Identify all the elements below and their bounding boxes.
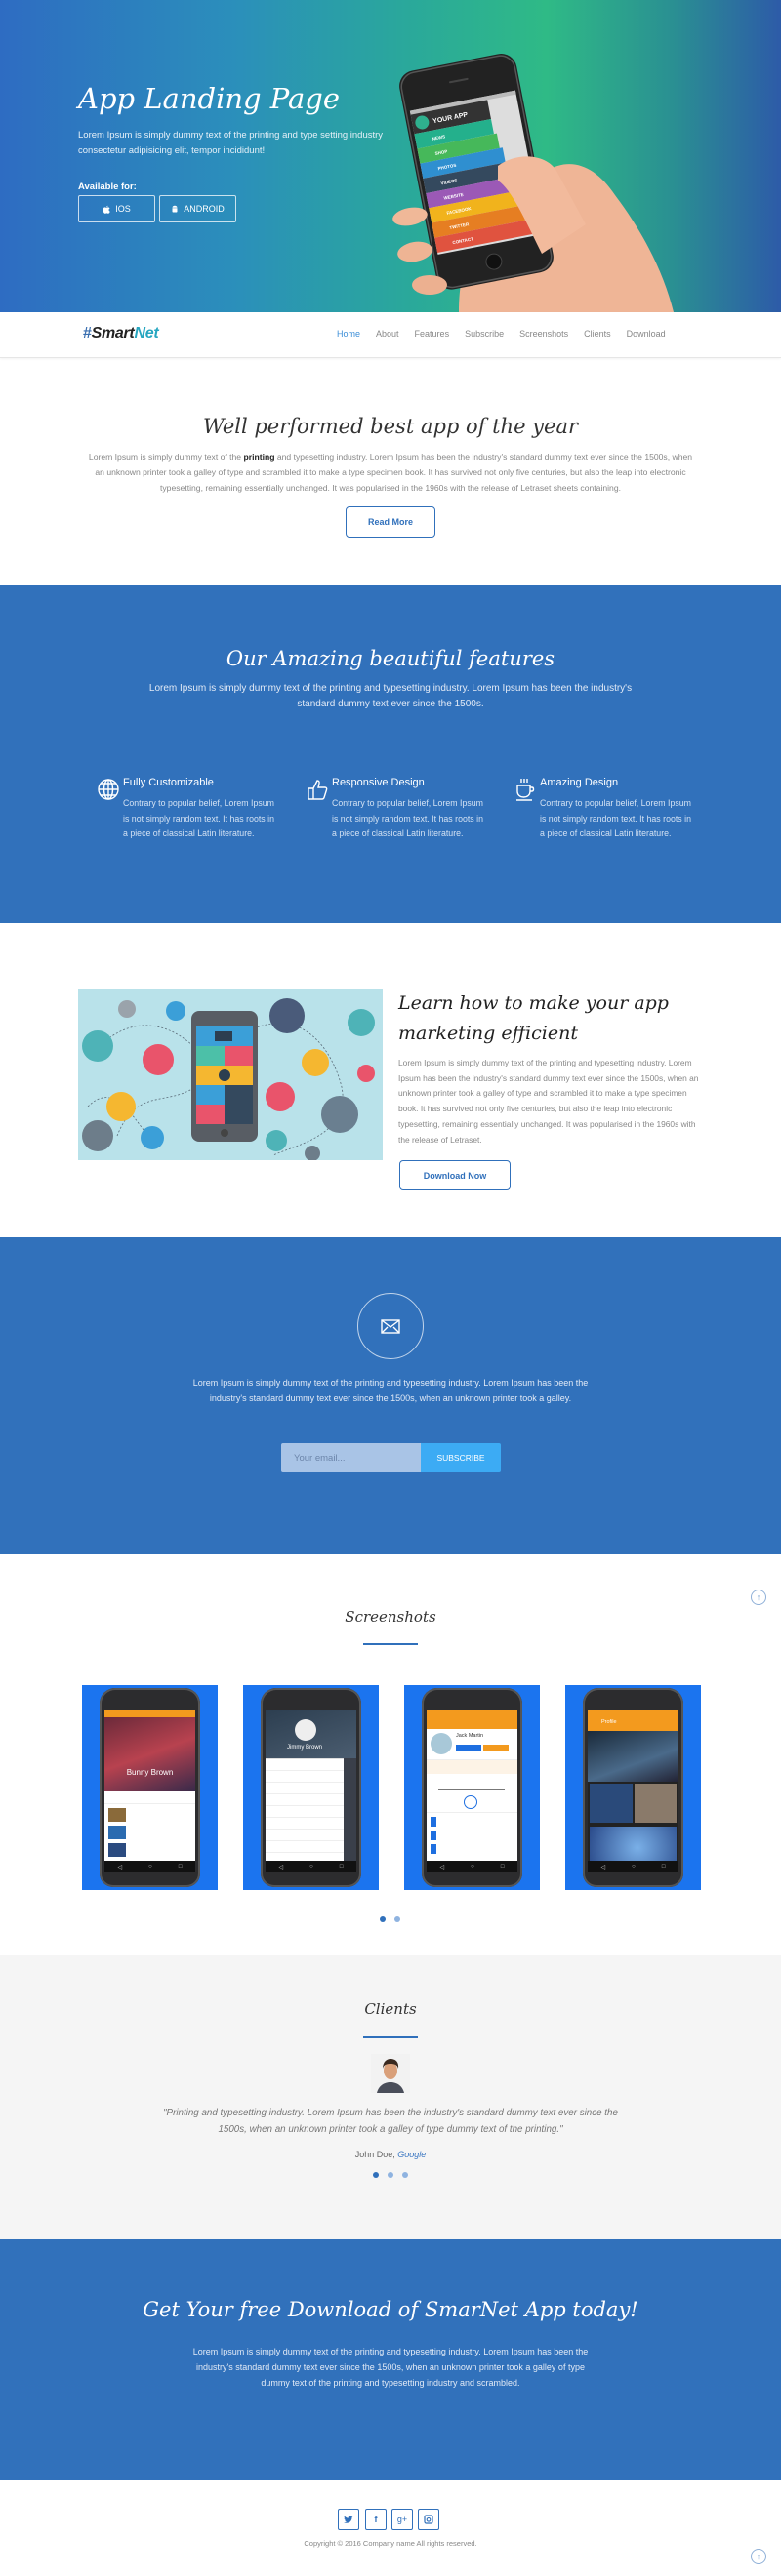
about-paragraph: Lorem Ipsum is simply dummy text of the …	[83, 449, 698, 496]
phone-user-name: Jack Martin	[456, 1733, 484, 1739]
android-label: ANDROID	[184, 204, 225, 214]
feature-title: Amazing Design	[540, 777, 619, 788]
carousel-dot[interactable]	[394, 1916, 400, 1922]
carousel-dot[interactable]	[402, 2172, 408, 2178]
features-subtitle: Lorem Ipsum is simply dummy text of the …	[148, 683, 633, 709]
hero-lead: Lorem Ipsum is simply dummy text of the …	[78, 130, 384, 156]
app-marketing-illustration	[78, 989, 383, 1160]
nav-item-subscribe[interactable]: Subscribe	[465, 329, 504, 339]
available-label: Available for:	[78, 181, 137, 192]
coffee-cup-icon	[516, 779, 535, 801]
nav-item-home[interactable]: Home	[337, 329, 360, 339]
screenshots-section: ↑ Screenshots Bunny Brown ◁ ○ □ Jimmy Brow…	[0, 1554, 781, 1955]
hand-holding-phone-image: YOUR APP NEWSSHOPPHOTOSVIDEOSWEBSITEFACE…	[392, 54, 674, 312]
ios-label: IOS	[115, 204, 131, 214]
screenshots-title: Screenshots	[345, 1608, 436, 1626]
globe-icon	[98, 779, 119, 800]
learn-section: Learn how to make your app marketing eff…	[0, 923, 781, 1237]
about-text-1: Lorem Ipsum is simply dummy text of the	[88, 452, 244, 462]
copyright-text: Copyright © 2016 Company name All rights…	[304, 2539, 477, 2548]
top-navbar: #SmartNet Home About Features Subscribe …	[0, 312, 781, 358]
features-section: Our Amazing beautiful features Lorem Ips…	[0, 585, 781, 923]
nav-item-screenshots[interactable]: Screenshots	[519, 329, 568, 339]
scroll-top-icon[interactable]: ↑	[751, 2549, 766, 2564]
screenshot-card[interactable]: Jimmy Brown ◁ ○ □	[243, 1685, 379, 1890]
nav-item-clients[interactable]: Clients	[584, 329, 611, 339]
about-title: Well performed best app of the year	[202, 415, 579, 438]
learn-paragraph: Lorem Ipsum is simply dummy text of the …	[398, 1058, 699, 1145]
carousel-dot[interactable]	[388, 2172, 393, 2178]
features-title: Our Amazing beautiful features	[226, 647, 555, 670]
read-more-button[interactable]: Read More	[346, 506, 435, 538]
clients-title: Clients	[364, 2000, 417, 2018]
hero-title: App Landing Page	[78, 82, 341, 115]
author-company[interactable]: Google	[397, 2150, 426, 2159]
title-underline	[363, 2036, 418, 2038]
download-paragraph: Lorem Ipsum is simply dummy text of the …	[192, 2347, 589, 2388]
phone-screen-title: Profile	[588, 1710, 678, 1731]
nav-item-features[interactable]: Features	[415, 329, 450, 339]
phone-profile-name: Bunny Brown	[126, 1768, 174, 1777]
learn-title: Learn how to make your app marketing eff…	[398, 992, 669, 1044]
download-now-button[interactable]: Download Now	[399, 1160, 511, 1190]
feature-desc: Contrary to popular belief, Lorem Ipsum …	[123, 798, 274, 838]
phone-drawer-name: Jimmy Brown	[286, 1745, 322, 1751]
carousel-dot-active[interactable]	[380, 1916, 386, 1922]
title-underline	[363, 1643, 418, 1645]
download-section: Get Your free Download of SmarNet App to…	[0, 2239, 781, 2480]
carousel-dot-active[interactable]	[373, 2172, 379, 2178]
ios-button[interactable]: IOS	[78, 195, 155, 222]
screenshot-card[interactable]: Profile ◁ ○ □	[565, 1685, 701, 1890]
nav-links: Home About Features Subscribe Screenshot…	[337, 329, 666, 339]
feature-title: Responsive Design	[332, 777, 425, 788]
nav-item-about[interactable]: About	[376, 329, 399, 339]
about-section: Well performed best app of the year Lore…	[0, 358, 781, 585]
about-text-bold: printing	[243, 452, 275, 462]
logo-hash: #	[83, 325, 92, 342]
footer: f g+ Copyright © 2016 Company name All r…	[0, 2480, 781, 2576]
hero-section: App Landing Page Lorem Ipsum is simply d…	[0, 0, 781, 312]
download-title: Get Your free Download of SmarNet App to…	[143, 2298, 638, 2321]
feature-title: Fully Customizable	[123, 777, 214, 788]
apple-icon	[103, 205, 111, 214]
subscribe-button[interactable]: SUBSCRIBE	[421, 1443, 501, 1472]
instagram-icon[interactable]	[418, 2509, 439, 2530]
client-quote: "Printing and typesetting industry. Lore…	[163, 2108, 618, 2135]
twitter-icon[interactable]	[338, 2509, 359, 2530]
facebook-icon[interactable]: f	[365, 2509, 387, 2530]
nav-item-download[interactable]: Download	[627, 329, 666, 339]
android-button[interactable]: ANDROID	[159, 195, 236, 222]
client-avatar	[371, 2054, 410, 2093]
feature-desc: Contrary to popular belief, Lorem Ipsum …	[332, 798, 483, 838]
clients-section: Clients "Printing and typesetting indust…	[0, 1955, 781, 2239]
envelope-icon	[357, 1293, 424, 1359]
logo-part2: Net	[134, 325, 159, 342]
scroll-top-icon[interactable]: ↑	[751, 1590, 766, 1605]
subscribe-paragraph: Lorem Ipsum is simply dummy text of the …	[192, 1378, 589, 1403]
thumbs-up-icon	[308, 780, 328, 800]
android-icon	[172, 205, 178, 212]
email-input[interactable]	[281, 1443, 421, 1472]
subscribe-section: Lorem Ipsum is simply dummy text of the …	[0, 1237, 781, 1554]
feature-desc: Contrary to popular belief, Lorem Ipsum …	[540, 798, 691, 838]
screenshot-card[interactable]: Jack Martin ◁ ○ □	[404, 1685, 540, 1890]
google-plus-icon[interactable]: g+	[391, 2509, 413, 2530]
logo[interactable]: #SmartNet	[83, 325, 159, 342]
screenshot-card[interactable]: Bunny Brown ◁ ○ □	[82, 1685, 218, 1890]
client-author: John Doe, Google	[0, 2150, 781, 2159]
logo-part1: Smart	[91, 325, 135, 342]
author-name: John Doe,	[354, 2150, 395, 2159]
